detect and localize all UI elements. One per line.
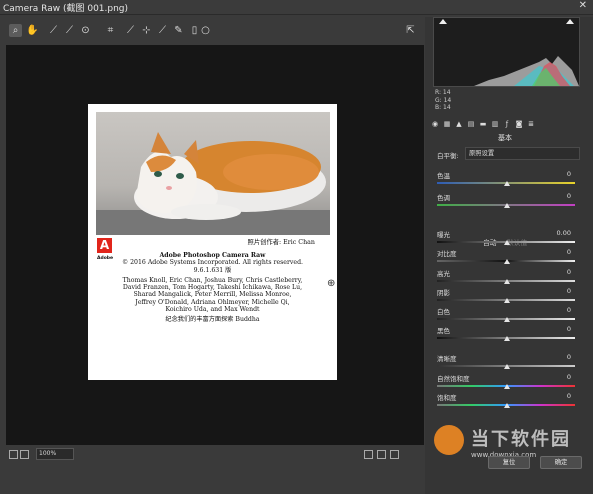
- zoom-select[interactable]: 100%: [36, 448, 74, 460]
- tone-curve-tab-icon[interactable]: ▦: [443, 120, 451, 128]
- white-balance-tool-icon[interactable]: ⟋: [47, 24, 60, 37]
- adobe-logo-icon: A: [97, 238, 112, 253]
- copy-settings-icon[interactable]: [390, 450, 399, 459]
- rgb-b-value: B: 14: [435, 104, 451, 111]
- histogram: [433, 14, 580, 87]
- view-single-icon[interactable]: [9, 450, 18, 459]
- image-canvas[interactable]: 照片创作者: Eric Chan A Adobe ⊕ Adobe Photosh…: [6, 45, 424, 445]
- window-title: Camera Raw (截图 001.png): [3, 4, 129, 14]
- shadows-thumb[interactable]: [504, 298, 510, 303]
- vibrance-thumb[interactable]: [504, 384, 510, 389]
- straighten-tool-icon[interactable]: ⟋: [124, 24, 137, 37]
- window-titlebar: Camera Raw (截图 001.png) ✕: [0, 0, 593, 15]
- camera-calibration-tab-icon[interactable]: ◙: [515, 120, 523, 128]
- tint-value[interactable]: 0: [567, 192, 571, 200]
- about-dialog[interactable]: 照片创作者: Eric Chan A Adobe ⊕ Adobe Photosh…: [88, 104, 337, 380]
- fx-tab-icon[interactable]: ƒ: [503, 120, 511, 128]
- clarity-thumb[interactable]: [504, 364, 510, 369]
- contrast-thumb[interactable]: [504, 259, 510, 264]
- watermark-text: 当下软件园: [471, 429, 571, 450]
- lens-tab-icon[interactable]: ▥: [491, 120, 499, 128]
- tint-label: 色调: [437, 194, 450, 202]
- shadows-value[interactable]: 0: [567, 287, 571, 295]
- spot-removal-tool-icon[interactable]: ⊹: [140, 24, 153, 37]
- white-balance-label: 白平衡:: [437, 152, 459, 160]
- targeted-adjustment-tool-icon[interactable]: ⊙: [79, 24, 92, 37]
- temperature-thumb[interactable]: [504, 181, 510, 186]
- exposure-value[interactable]: 0.00: [557, 229, 571, 237]
- section-title: 基本: [498, 134, 512, 142]
- radial-filter-icon[interactable]: ○: [199, 24, 212, 37]
- shadows-label: 阴影: [437, 289, 450, 297]
- about-caption: Adobe Photoshop Camera Raw © 2016 Adobe …: [88, 252, 337, 324]
- ok-button[interactable]: 确定: [540, 456, 582, 469]
- highlights-value[interactable]: 0: [567, 268, 571, 276]
- contrast-label: 对比度: [437, 250, 457, 258]
- before-after-y-icon[interactable]: [364, 450, 373, 459]
- version-text: 9.6.1.631 版: [193, 266, 232, 274]
- blacks-thumb[interactable]: [504, 336, 510, 341]
- close-icon[interactable]: ✕: [579, 0, 587, 11]
- hsl-tab-icon[interactable]: ▤: [467, 120, 475, 128]
- temperature-value[interactable]: 0: [567, 170, 571, 178]
- red-eye-tool-icon[interactable]: ⟋: [156, 24, 169, 37]
- photo-credit: 照片创作者: Eric Chan: [247, 239, 315, 246]
- saturation-value[interactable]: 0: [567, 392, 571, 400]
- contrast-value[interactable]: 0: [567, 248, 571, 256]
- white-balance-select[interactable]: 原照设置: [465, 147, 580, 160]
- export-icon[interactable]: ⇱: [404, 24, 417, 37]
- whites-value[interactable]: 0: [567, 306, 571, 314]
- saturation-thumb[interactable]: [504, 403, 510, 408]
- reset-button[interactable]: 复位: [488, 456, 530, 469]
- watermark-logo-icon: [434, 425, 464, 455]
- basic-tab-icon[interactable]: ◉: [431, 120, 439, 128]
- vibrance-value[interactable]: 0: [567, 373, 571, 381]
- clarity-label: 清晰度: [437, 355, 457, 363]
- split-toning-tab-icon[interactable]: ▬: [479, 120, 487, 128]
- copyright-text: © 2016 Adobe Systems Incorporated. All r…: [121, 259, 304, 267]
- rgb-g-value: G: 14: [435, 96, 452, 104]
- contributors-line: David Franzen, Tom Hogarty, Takeshi Ichi…: [122, 284, 303, 292]
- contributors-line: Sharad Mangalick, Peter Merrill, Melissa…: [133, 291, 292, 299]
- cat-photo: [96, 112, 330, 235]
- bottom-bar: 100%: [0, 445, 424, 494]
- detail-tab-icon[interactable]: ▲: [455, 120, 463, 128]
- swap-icon[interactable]: [377, 450, 386, 459]
- presets-tab-icon[interactable]: ≣: [527, 120, 535, 128]
- whites-label: 白色: [437, 308, 450, 316]
- hand-tool-icon[interactable]: ✋: [26, 24, 39, 37]
- whites-thumb[interactable]: [504, 317, 510, 322]
- blacks-value[interactable]: 0: [567, 325, 571, 333]
- rgb-readout: R: 14 G: 14 B: 14: [435, 89, 451, 112]
- color-sampler-tool-icon[interactable]: ⟋: [63, 24, 76, 37]
- dedication-text: 纪念我们的丰富方面探索 Buddha: [165, 316, 260, 324]
- saturation-label: 饱和度: [437, 394, 457, 402]
- adjustment-brush-icon[interactable]: ✎: [172, 24, 185, 37]
- vibrance-label: 自然饱和度: [437, 375, 470, 383]
- crop-tool-icon[interactable]: ⌗: [104, 24, 117, 37]
- exposure-thumb[interactable]: [504, 240, 510, 245]
- view-compare-icon[interactable]: [20, 450, 29, 459]
- exposure-label: 曝光: [437, 231, 450, 239]
- panel-tabs: ◉ ▦ ▲ ▤ ▬ ▥ ƒ ◙ ≣: [427, 118, 587, 130]
- zoom-tool-icon[interactable]: ⌕: [9, 24, 22, 37]
- tint-thumb[interactable]: [504, 203, 510, 208]
- product-name: Adobe Photoshop Camera Raw: [159, 252, 266, 259]
- highlights-label: 高光: [437, 270, 450, 278]
- blacks-label: 黑色: [437, 327, 450, 335]
- contributors-line: Koichiro Uda, and Max Wendt: [165, 306, 260, 314]
- tool-bar: ⌕ ✋ ⟋ ⟋ ⊙ ⌗ ⟋ ⊹ ⟋ ✎ ▯ ○ ⇱: [0, 17, 424, 45]
- clarity-value[interactable]: 0: [567, 353, 571, 361]
- temperature-label: 色温: [437, 172, 450, 180]
- contributors-line: Thomas Knoll, Eric Chan, Joshua Bury, Ch…: [122, 276, 303, 284]
- highlights-thumb[interactable]: [504, 279, 510, 284]
- rgb-r-value: R: 14: [435, 89, 451, 96]
- contributors-line: Jeffrey O'Donald, Adriana Ohlmeyer, Mich…: [135, 298, 290, 306]
